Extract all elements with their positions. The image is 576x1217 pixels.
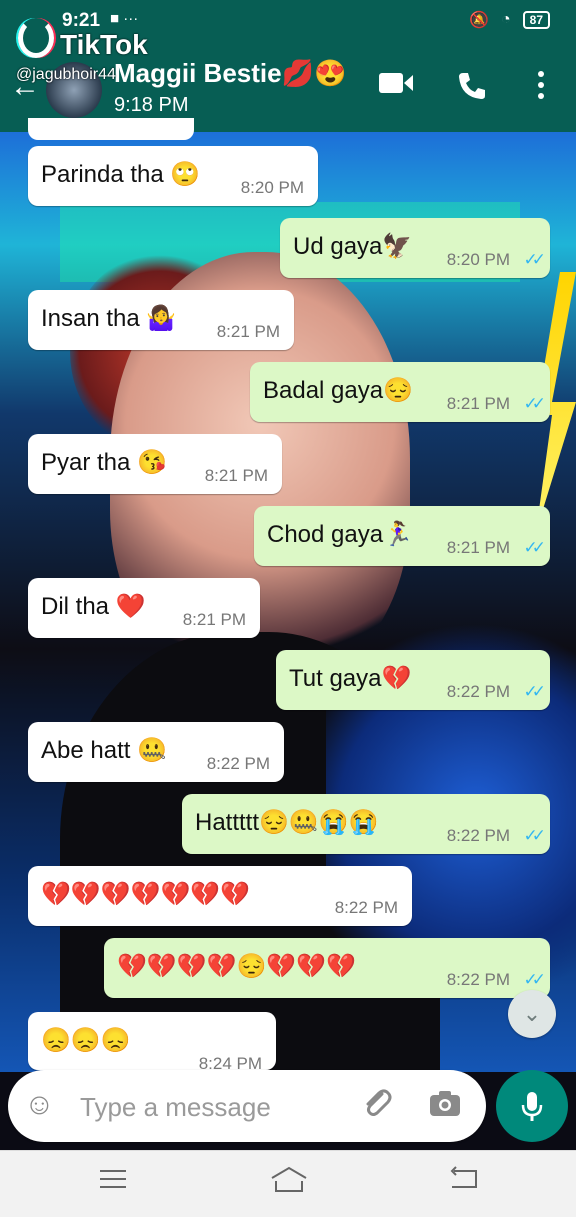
system-nav-bar xyxy=(0,1150,576,1217)
message-text: Abe hatt 🤐 xyxy=(41,737,167,764)
chevron-double-down-icon[interactable]: ⌄ xyxy=(508,990,556,1038)
read-ticks-icon: ✓✓ xyxy=(523,394,546,413)
message-time: 8:21 PM xyxy=(216,322,280,341)
read-ticks-icon: ✓✓ xyxy=(523,970,546,989)
message-incoming[interactable]: Parinda tha 🙄 8:20 PM xyxy=(28,146,318,206)
message-time: 8:21 PM xyxy=(446,394,510,413)
message-incoming[interactable]: 💔💔💔💔💔💔💔 8:22 PM xyxy=(28,866,412,926)
message-outgoing[interactable]: Badal gaya😔 8:21 PM ✓✓ xyxy=(250,362,550,422)
message-time: 8:22 PM xyxy=(446,970,510,989)
message-text: Chod gaya🏃‍♀️ xyxy=(267,521,413,548)
home-icon[interactable] xyxy=(270,1165,308,1201)
message-text: Pyar tha 😘 xyxy=(41,449,167,476)
message-incoming[interactable]: Abe hatt 🤐 8:22 PM xyxy=(28,722,284,782)
back-icon[interactable] xyxy=(448,1165,480,1199)
message-text: 💔💔💔💔😔💔💔💔 xyxy=(117,953,357,980)
message-time: 8:21 PM xyxy=(204,466,268,485)
message-outgoing[interactable]: Hattttt😔🤐😭😭 8:22 PM ✓✓ xyxy=(182,794,550,854)
read-ticks-icon: ✓✓ xyxy=(523,538,546,557)
mute-icon: 🔕 xyxy=(469,12,489,29)
more-vert-icon[interactable] xyxy=(536,70,546,107)
wifi-icon: ◔ xyxy=(500,11,511,28)
message-text: Hattttt😔🤐😭😭 xyxy=(195,809,379,836)
message-text: 💔💔💔💔💔💔💔 xyxy=(41,881,251,908)
message-time: 8:24 PM xyxy=(198,1054,262,1070)
mic-icon[interactable] xyxy=(496,1070,568,1142)
contact-last-seen: 9:18 PM xyxy=(114,94,189,116)
contact-name[interactable]: Maggii Bestie💋😍 xyxy=(114,58,346,89)
message-text: Tut gaya💔 xyxy=(289,665,412,692)
camera-icon[interactable] xyxy=(428,1088,462,1125)
message-outgoing[interactable]: Chod gaya🏃‍♀️ 8:21 PM ✓✓ xyxy=(254,506,550,566)
menu-icon[interactable] xyxy=(98,1165,128,1199)
tiktok-watermark: TikTok xyxy=(18,18,148,61)
tiktok-handle: @jagubhoir44 xyxy=(16,66,116,83)
paperclip-icon[interactable] xyxy=(360,1086,394,1128)
message-text: Dil tha ❤️ xyxy=(41,593,146,620)
battery-icon: 87 xyxy=(522,11,550,29)
message-text: Insan tha 🤷‍♀️ xyxy=(41,305,177,332)
message-input[interactable] xyxy=(78,1088,332,1126)
phone-icon[interactable] xyxy=(456,70,488,109)
message-time: 8:22 PM xyxy=(446,682,510,701)
partial-message-bubble xyxy=(28,118,194,140)
tiktok-logo-icon xyxy=(18,18,54,58)
message-time: 8:22 PM xyxy=(206,754,270,773)
message-incoming[interactable]: Pyar tha 😘 8:21 PM xyxy=(28,434,282,494)
message-time: 8:20 PM xyxy=(446,250,510,269)
message-incoming[interactable]: 😞😞😞 8:24 PM xyxy=(28,1012,276,1070)
emoji-icon[interactable]: ☺ xyxy=(24,1088,55,1122)
message-time: 8:20 PM xyxy=(240,178,304,197)
message-time: 8:21 PM xyxy=(182,610,246,629)
compose-bar: ☺ xyxy=(8,1070,486,1142)
read-ticks-icon: ✓✓ xyxy=(523,250,546,269)
read-ticks-icon: ✓✓ xyxy=(523,682,546,701)
read-ticks-icon: ✓✓ xyxy=(523,826,546,845)
message-incoming[interactable]: Dil tha ❤️ 8:21 PM xyxy=(28,578,260,638)
message-text: Ud gaya🦅 xyxy=(293,233,413,260)
message-outgoing[interactable]: Ud gaya🦅 8:20 PM ✓✓ xyxy=(280,218,550,278)
message-text: Parinda tha 🙄 xyxy=(41,161,201,188)
message-time: 8:21 PM xyxy=(446,538,510,557)
message-text: 😞😞😞 xyxy=(41,1027,131,1054)
tiktok-brand: TikTok xyxy=(60,29,148,60)
status-right-icons: 🔕 ◔ 87 xyxy=(469,10,550,30)
message-outgoing[interactable]: Tut gaya💔 8:22 PM ✓✓ xyxy=(276,650,550,710)
message-outgoing[interactable]: 💔💔💔💔😔💔💔💔 8:22 PM ✓✓ xyxy=(104,938,550,998)
message-time: 8:22 PM xyxy=(446,826,510,845)
message-text: Badal gaya😔 xyxy=(263,377,413,404)
message-incoming[interactable]: Insan tha 🤷‍♀️ 8:21 PM xyxy=(28,290,294,350)
message-time: 8:22 PM xyxy=(334,898,398,917)
video-call-icon[interactable] xyxy=(378,70,414,103)
